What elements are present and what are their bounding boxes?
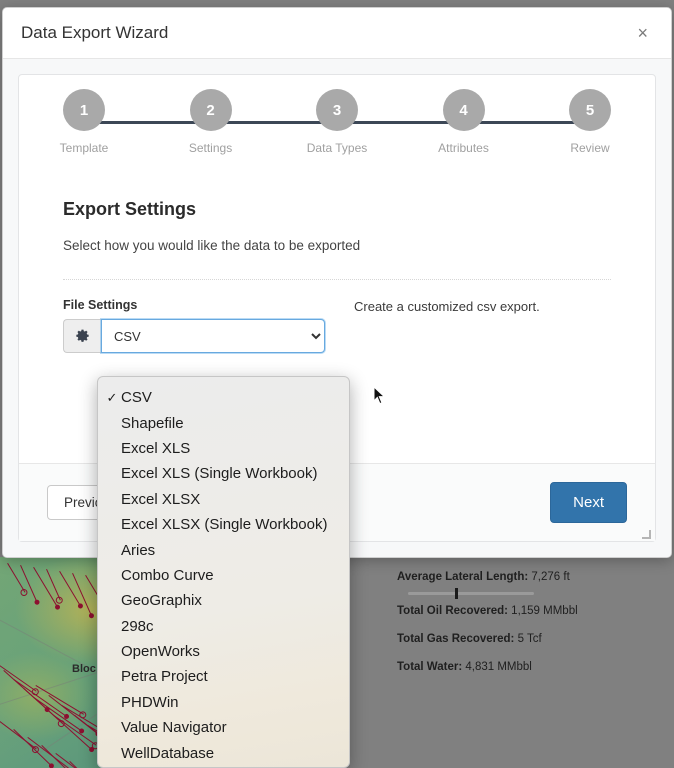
next-button[interactable]: Next xyxy=(550,482,627,523)
step-number[interactable]: 2 xyxy=(189,89,232,131)
dropdown-option[interactable]: Shapefile xyxy=(98,410,349,435)
dropdown-option-label: Petra Project xyxy=(121,668,208,686)
dropdown-option-label: PHDWin xyxy=(121,693,179,711)
dropdown-option-label: OpenWorks xyxy=(121,643,200,661)
file-settings-label: File Settings xyxy=(63,298,138,312)
format-description: Create a customized csv export. xyxy=(354,299,540,314)
dropdown-option[interactable]: Petra Project xyxy=(98,664,349,689)
stepper-rail: 1 Template 2 Settings 3 Data Types 4 Attributes… xyxy=(60,89,611,155)
dropdown-option[interactable]: Excel XLSX (Single Workbook) xyxy=(98,512,349,537)
step-number[interactable]: 4 xyxy=(442,89,485,131)
dropdown-option[interactable]: ✓ CSV xyxy=(98,385,349,410)
step-label: Attributes xyxy=(438,141,489,155)
dropdown-option-label: Excel XLS (Single Workbook) xyxy=(121,465,318,483)
dropdown-option[interactable]: Aries xyxy=(98,537,349,562)
dropdown-option[interactable]: PHDWin xyxy=(98,690,349,715)
gear-icon[interactable] xyxy=(63,319,101,353)
dropdown-option[interactable]: Excel XLS (Single Workbook) xyxy=(98,461,349,486)
stepper-step-attributes[interactable]: 4 Attributes xyxy=(438,89,489,155)
step-label: Template xyxy=(59,141,109,155)
stepper-step-settings[interactable]: 2 Settings xyxy=(188,89,233,155)
dropdown-option[interactable]: GeoGraphix xyxy=(98,588,349,613)
dropdown-option-label: Value Navigator xyxy=(121,719,227,737)
step-number[interactable]: 5 xyxy=(569,89,611,131)
dropdown-option-label: CSV xyxy=(121,389,152,407)
stepper-step-data-types[interactable]: 3 Data Types xyxy=(307,89,367,155)
file-settings-row: File Settings CSVShapefileExcel XLSExcel… xyxy=(63,298,611,354)
check-icon: ✓ xyxy=(106,389,118,405)
dialog-title: Data Export Wizard xyxy=(21,23,169,42)
format-description-column: Create a customized csv export. xyxy=(353,298,611,353)
dropdown-option-label: Combo Curve xyxy=(121,566,214,584)
dropdown-option-label: Shapefile xyxy=(121,414,184,432)
dropdown-option[interactable]: Value Navigator xyxy=(98,715,349,740)
dropdown-option-label: Excel XLS xyxy=(121,439,191,457)
dropdown-options: ✓ CSV Shapefile Excel XLS Excel XLS (Single … xyxy=(98,385,349,766)
dropdown-option-label: 298c xyxy=(121,617,154,635)
dropdown-option-label: Excel XLSX xyxy=(121,490,201,508)
dropdown-option-label: Excel XLSX (Single Workbook) xyxy=(121,516,328,534)
step-label: Review xyxy=(570,141,610,155)
close-icon[interactable]: × xyxy=(632,21,653,45)
step-number[interactable]: 1 xyxy=(63,89,105,131)
export-format-dropdown-list[interactable]: ✓ CSV Shapefile Excel XLS Excel XLS (Single … xyxy=(97,376,350,768)
dropdown-option-label: Aries xyxy=(121,541,156,559)
dropdown-option[interactable]: WellDatabase xyxy=(98,740,349,765)
step-label: Settings xyxy=(188,141,233,155)
divider xyxy=(63,279,611,280)
page-subtitle: Select how you would like the data to be… xyxy=(63,238,361,253)
dropdown-option-label: WellDatabase xyxy=(121,744,215,762)
stepper-step-template[interactable]: 1 Template xyxy=(60,89,108,155)
format-input-group: CSVShapefileExcel XLSExcel XLS (Single W… xyxy=(63,318,326,354)
dropdown-option[interactable]: Excel XLS xyxy=(98,436,349,461)
wizard-stepper: 1 Template 2 Settings 3 Data Types 4 Attributes… xyxy=(19,75,655,171)
dropdown-option-label: GeoGraphix xyxy=(121,592,202,610)
step-label: Data Types xyxy=(306,141,368,155)
dropdown-option[interactable]: 298c xyxy=(98,614,349,639)
file-settings-column: File Settings CSVShapefileExcel XLSExcel… xyxy=(63,298,353,354)
page-title: Export Settings xyxy=(63,199,197,219)
export-format-select[interactable]: CSVShapefileExcel XLSExcel XLS (Single W… xyxy=(100,318,326,354)
resize-handle-icon[interactable] xyxy=(641,527,652,539)
modal-header: Data Export Wizard × xyxy=(3,8,671,59)
step-number[interactable]: 3 xyxy=(316,89,358,131)
dropdown-option[interactable]: Excel XLSX xyxy=(98,487,349,512)
dropdown-option[interactable]: Combo Curve xyxy=(98,563,349,588)
dropdown-option[interactable]: OpenWorks xyxy=(98,639,349,664)
stepper-step-review[interactable]: 5 Review xyxy=(569,89,611,155)
